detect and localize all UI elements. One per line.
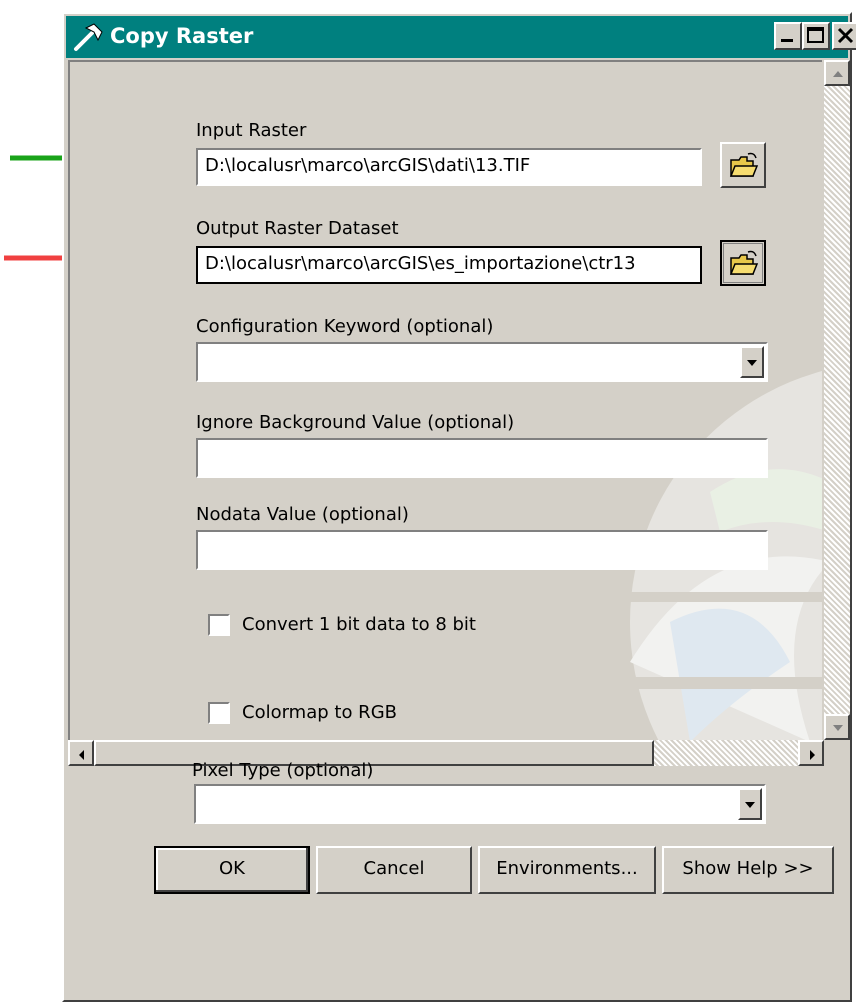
- input-raster-browse-button[interactable]: [720, 142, 766, 188]
- output-raster-label: Output Raster Dataset: [196, 218, 399, 239]
- dropdown-button[interactable]: [740, 346, 764, 378]
- horizontal-scrollbar[interactable]: [68, 740, 824, 766]
- minimize-icon: [781, 39, 793, 42]
- ignore-background-field[interactable]: [196, 438, 768, 478]
- chevron-down-icon: [747, 360, 757, 366]
- scroll-up-button[interactable]: [824, 60, 850, 86]
- open-folder-icon: [729, 152, 759, 177]
- configuration-keyword-select[interactable]: [196, 342, 768, 382]
- title-bar[interactable]: Copy Raster: [66, 16, 856, 58]
- cancel-button[interactable]: Cancel: [316, 846, 472, 894]
- arrow-down-icon: [833, 725, 843, 731]
- pixel-type-label: Pixel Type (optional): [192, 760, 374, 781]
- scroll-right-button[interactable]: [798, 740, 824, 766]
- convert-1bit-checkbox[interactable]: [208, 614, 230, 636]
- arrow-up-icon: [833, 71, 843, 77]
- input-raster-field[interactable]: D:\localusr\marco\arcGIS\dati\13.TIF: [196, 148, 702, 186]
- configuration-keyword-label: Configuration Keyword (optional): [196, 316, 494, 337]
- ok-button[interactable]: OK: [154, 846, 310, 894]
- horizontal-scroll-thumb[interactable]: [94, 740, 654, 766]
- show-help-button[interactable]: Show Help >>: [662, 846, 834, 894]
- input-raster-label: Input Raster: [196, 120, 307, 141]
- maximize-button[interactable]: [802, 22, 830, 50]
- output-raster-browse-button[interactable]: [720, 240, 766, 286]
- arrow-right-icon: [810, 750, 815, 760]
- minimize-button[interactable]: [774, 22, 802, 50]
- hammer-icon: [74, 23, 103, 51]
- window-title: Copy Raster: [110, 24, 254, 48]
- environments-button[interactable]: Environments...: [478, 846, 656, 894]
- vertical-scrollbar[interactable]: [824, 60, 850, 740]
- close-icon: [837, 27, 854, 44]
- scroll-left-button[interactable]: [68, 740, 94, 766]
- copy-raster-dialog: Copy Raster Input Raster D:\localusr\mar…: [62, 12, 856, 1002]
- nodata-value-field[interactable]: [196, 530, 768, 570]
- convert-1bit-label[interactable]: Convert 1 bit data to 8 bit: [242, 614, 476, 635]
- close-button[interactable]: [832, 22, 856, 50]
- nodata-value-label: Nodata Value (optional): [196, 504, 409, 525]
- output-raster-field[interactable]: D:\localusr\marco\arcGIS\es_importazione…: [196, 246, 702, 284]
- chevron-down-icon: [745, 802, 755, 808]
- open-folder-icon: [729, 250, 759, 275]
- colormap-rgb-label[interactable]: Colormap to RGB: [242, 702, 397, 723]
- scroll-down-button[interactable]: [824, 714, 850, 740]
- maximize-icon: [807, 27, 824, 43]
- ignore-background-label: Ignore Background Value (optional): [196, 412, 515, 433]
- pixel-type-select[interactable]: [194, 784, 766, 824]
- dropdown-button[interactable]: [738, 788, 762, 820]
- parameters-panel: Input Raster D:\localusr\marco\arcGIS\da…: [68, 60, 822, 740]
- colormap-rgb-checkbox[interactable]: [208, 702, 230, 724]
- arrow-left-icon: [79, 750, 84, 760]
